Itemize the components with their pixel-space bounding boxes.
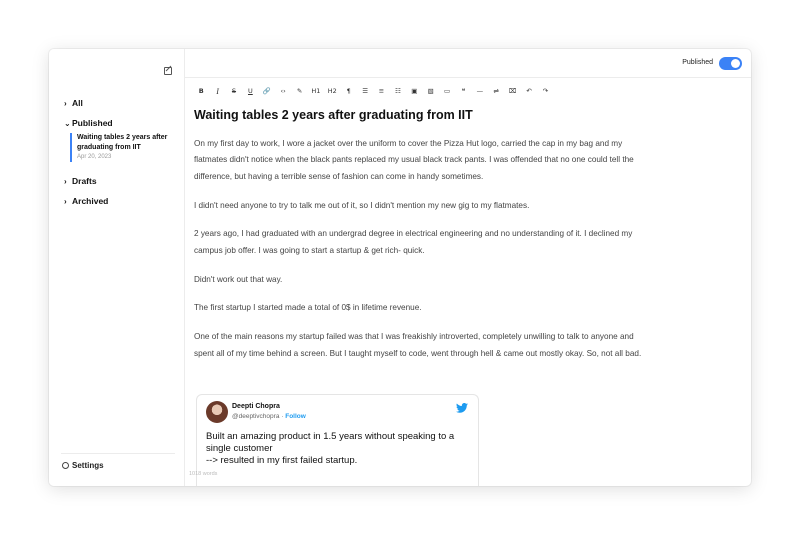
chevron-right-icon: › <box>64 99 67 108</box>
chevron-right-icon: › <box>64 177 67 186</box>
tweet-author-name: Deepti Chopra <box>232 403 280 410</box>
link-button[interactable]: 🔗 <box>259 85 275 97</box>
clear-format-button[interactable]: ⌧ <box>504 85 520 97</box>
strike-button[interactable]: S <box>226 85 242 97</box>
tweet-line: single customer <box>206 443 273 454</box>
app-window: › All ⌄Published Waiting tables 2 years a… <box>49 49 751 486</box>
settings-button[interactable]: Settings <box>62 461 104 470</box>
underline-button[interactable]: U <box>242 85 258 97</box>
nav-archived[interactable]: › Archived <box>64 196 108 206</box>
document-body[interactable]: Waiting tables 2 years after graduating … <box>194 107 644 374</box>
tweet-follow-link[interactable]: Follow <box>285 413 306 420</box>
new-post-icon[interactable] <box>164 67 172 75</box>
post-list-item[interactable]: Waiting tables 2 years after graduating … <box>70 133 175 162</box>
code-button[interactable]: ‹› <box>275 85 291 97</box>
settings-label: Settings <box>72 461 104 470</box>
paragraph[interactable]: I didn't need anyone to try to talk me o… <box>194 198 644 214</box>
post-list-item-title: Waiting tables 2 years after graduating … <box>77 134 168 151</box>
paragraph[interactable]: One of the main reasons my startup faile… <box>194 329 644 362</box>
paragraph[interactable]: 2 years ago, I had graduated with an und… <box>194 226 644 259</box>
avatar <box>206 401 228 423</box>
chevron-right-icon: › <box>64 197 67 206</box>
tweet-handle-text: @deeptivchopra <box>232 413 280 420</box>
h1-button[interactable]: H1 <box>308 85 324 97</box>
tweet-embed[interactable]: Deepti Chopra @deeptivchopra · Follow Bu… <box>196 394 479 486</box>
tweet-line: --> resulted in my first failed startup. <box>206 455 358 466</box>
editor-pane: Published B I S U 🔗 ‹› ✎ H1 H2 ¶ ☰ ≡ ☷ ▣ ▧ ▭ ❝ — ⇌ ⌧ ↶ ↷ Wait… <box>185 49 751 486</box>
highlight-button[interactable]: ✎ <box>291 85 307 97</box>
h2-button[interactable]: H2 <box>324 85 340 97</box>
editor-topbar: Published <box>185 49 751 78</box>
gear-icon <box>62 462 69 469</box>
divider <box>61 453 175 454</box>
paragraph[interactable]: On my first day to work, I wore a jacket… <box>194 136 644 185</box>
align-button[interactable]: ⇌ <box>488 85 504 97</box>
task-list-button[interactable]: ☷ <box>390 85 406 97</box>
tweet-author-handle: @deeptivchopra · Follow <box>232 413 306 420</box>
image-button[interactable]: ▣ <box>406 85 422 97</box>
paragraph[interactable]: The first startup I started made a total… <box>194 300 644 316</box>
bold-button[interactable]: B <box>193 85 209 97</box>
nav-drafts[interactable]: › Drafts <box>64 176 97 186</box>
divider-button[interactable]: — <box>472 85 488 97</box>
tweet-text: Built an amazing product in 1.5 years wi… <box>206 431 471 467</box>
twitter-bird-icon <box>456 403 468 413</box>
nav-drafts-label: Drafts <box>72 176 97 186</box>
bullet-list-button[interactable]: ☰ <box>357 85 373 97</box>
quote-button[interactable]: ❝ <box>455 85 471 97</box>
nav-published-label: Published <box>72 118 113 128</box>
nav-published[interactable]: ⌄Published <box>64 118 113 128</box>
gallery-button[interactable]: ▧ <box>422 85 438 97</box>
published-toggle-label: Published <box>682 59 713 66</box>
word-count: 1018 words <box>189 471 218 477</box>
paragraph-button[interactable]: ¶ <box>341 85 357 97</box>
sidebar: › All ⌄Published Waiting tables 2 years a… <box>49 49 185 486</box>
embed-button[interactable]: ▭ <box>439 85 455 97</box>
tweet-line: Built an amazing product in 1.5 years wi… <box>206 431 455 442</box>
ordered-list-button[interactable]: ≡ <box>373 85 389 97</box>
paragraph[interactable]: Didn't work out that way. <box>194 272 644 288</box>
nav-archived-label: Archived <box>72 196 109 206</box>
italic-button[interactable]: I <box>209 85 225 97</box>
redo-button[interactable]: ↷ <box>537 85 553 97</box>
published-toggle[interactable] <box>719 57 742 70</box>
formatting-toolbar: B I S U 🔗 ‹› ✎ H1 H2 ¶ ☰ ≡ ☷ ▣ ▧ ▭ ❝ — ⇌ ⌧ ↶ ↷ <box>193 85 554 97</box>
document-title[interactable]: Waiting tables 2 years after graduating … <box>194 107 644 123</box>
post-list-item-date: Apr 20, 2023 <box>77 154 112 160</box>
nav-all[interactable]: › All <box>64 98 83 108</box>
undo-button[interactable]: ↶ <box>521 85 537 97</box>
chevron-down-icon: ⌄ <box>64 119 71 128</box>
nav-all-label: All <box>72 98 83 108</box>
